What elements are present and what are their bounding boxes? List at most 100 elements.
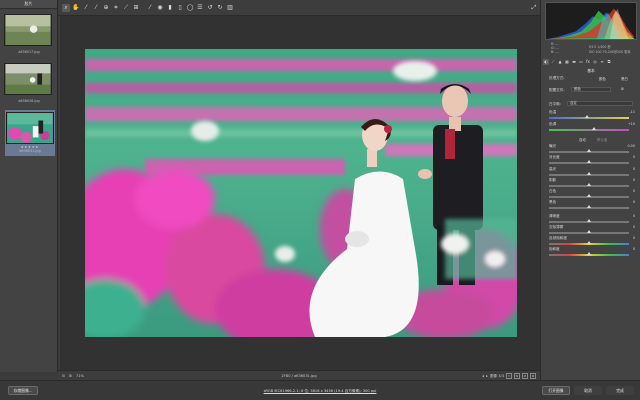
toolbar-separator	[142, 4, 144, 12]
fullscreen-icon[interactable]: ⤢	[530, 4, 538, 12]
exposure-label: 曝光	[549, 144, 557, 148]
view-toggle-icon[interactable]: Y	[506, 373, 512, 379]
tab-split-tone-icon[interactable]: ▬	[571, 59, 577, 65]
target-adjust-icon[interactable]: ⊕	[102, 4, 110, 12]
shadows-value[interactable]: 0	[633, 178, 635, 182]
profile-browser-icon[interactable]: ⊞	[621, 87, 624, 91]
adjustment-brush-icon[interactable]: ▮	[166, 4, 174, 12]
compare-icon[interactable]: ⇆	[514, 373, 520, 379]
treatment-color-radio[interactable]: 颜色	[599, 76, 606, 81]
preferences-icon[interactable]: ☰	[196, 4, 204, 12]
filmstrip-item[interactable]: a636026.jpg	[4, 63, 54, 103]
trash-icon[interactable]: ▥	[226, 4, 234, 12]
saturation-slider-handle[interactable]	[587, 252, 591, 255]
saturation-slider[interactable]	[549, 252, 629, 256]
contrast-value[interactable]: 0	[633, 155, 635, 159]
crop-icon[interactable]: ⌗	[112, 4, 120, 12]
highlights-value[interactable]: 0	[633, 167, 635, 171]
straighten-icon[interactable]: ⟋	[122, 4, 130, 12]
highlights-slider[interactable]	[549, 172, 629, 176]
tab-tone-curve-icon[interactable]: ⟋	[550, 59, 556, 65]
shadows-slider-handle[interactable]	[587, 183, 591, 186]
whites-slider-handle[interactable]	[587, 194, 591, 197]
white-balance-dropdown[interactable]: 自定	[567, 101, 633, 106]
zoom-icon[interactable]: ⌕	[62, 3, 70, 12]
next-image-icon[interactable]: ▸	[486, 374, 488, 378]
white-balance-icon[interactable]: ⁄	[82, 4, 90, 12]
exposure-slider[interactable]	[549, 149, 629, 153]
tint-label: 色调	[549, 122, 557, 126]
swap-icon[interactable]: ⇄	[522, 373, 528, 379]
transform-icon[interactable]: ⊞	[132, 4, 140, 12]
whites-slider[interactable]	[549, 194, 629, 198]
clarity-label: 清晰度	[549, 214, 560, 218]
done-button[interactable]: 完成	[606, 386, 634, 395]
shadows-label: 阴影	[549, 178, 557, 182]
treatment-bw-radio[interactable]: 黑白	[621, 76, 628, 81]
auto-button[interactable]: 自动	[579, 137, 586, 142]
exposure-value[interactable]: 0.00	[627, 144, 635, 148]
exposure-slider-handle[interactable]	[587, 149, 591, 152]
clarity-slider-handle[interactable]	[587, 219, 591, 222]
info-b: B: ---	[551, 50, 559, 54]
cancel-button[interactable]: 取消	[574, 386, 602, 395]
tab-calibration-icon[interactable]: ◎	[592, 59, 598, 65]
spot-removal-icon[interactable]: ⁄	[146, 4, 154, 12]
open-image-button[interactable]: 打开图像	[542, 386, 570, 395]
dehaze-slider-handle[interactable]	[587, 230, 591, 233]
blacks-label: 黑色	[549, 200, 557, 204]
settings-icon[interactable]: ⚙	[530, 373, 536, 379]
red-eye-icon[interactable]: ◉	[156, 4, 164, 12]
vibrance-slider[interactable]	[549, 241, 629, 245]
image-canvas[interactable]	[60, 16, 540, 370]
thumbnail-filename: a636026.jpg	[18, 99, 40, 103]
canvas-status-bar: ⊟ ⊞ 71% 2FB0 / a636031.jpg ◂ ▸ 图像 3/3 Y …	[58, 370, 540, 380]
tab-snapshots-icon[interactable]: ⧉	[606, 59, 612, 65]
color-sampler-icon[interactable]: ⁄	[92, 4, 100, 12]
rotate-left-icon[interactable]: ↺	[206, 4, 214, 12]
graduated-filter-icon[interactable]: ▯	[176, 4, 184, 12]
filmstrip-item-selected[interactable]: ★★★★★ a636031.jpg	[5, 110, 55, 156]
blacks-slider-handle[interactable]	[587, 205, 591, 208]
temp-value[interactable]: -11	[629, 110, 635, 114]
profile-dropdown[interactable]: 颜色	[571, 87, 611, 92]
dehaze-value[interactable]: 0	[633, 225, 635, 229]
tab-effects-icon[interactable]: fx	[585, 59, 591, 65]
contrast-slider[interactable]	[549, 160, 629, 164]
rotate-right-icon[interactable]: ↻	[216, 4, 224, 12]
default-button[interactable]: 默认值	[597, 137, 607, 142]
tint-slider[interactable]	[549, 127, 629, 131]
temp-label: 色温	[549, 110, 557, 114]
saturation-value[interactable]: 0	[633, 247, 635, 251]
temp-slider-handle[interactable]	[585, 115, 590, 118]
tab-presets-icon[interactable]: ≡	[599, 59, 605, 65]
tint-slider-handle[interactable]	[591, 127, 596, 130]
filmstrip-item[interactable]: a636017.jpg	[4, 14, 54, 54]
thumbnail-image	[4, 63, 52, 95]
highlights-label: 高光	[549, 167, 557, 171]
tool-bar: ⌕ ✋ ⁄ ⁄ ⊕ ⌗ ⟋ ⊞ ⁄ ◉ ▮ ▯ ◯ ☰ ↺ ↻ ▥ ⤢	[58, 0, 540, 16]
tab-basic-icon[interactable]: ◐	[543, 59, 549, 65]
current-filename: 2FB0 / a636031.jpg	[281, 374, 317, 378]
tab-hsl-icon[interactable]: ▦	[564, 59, 570, 65]
blacks-slider[interactable]	[549, 205, 629, 209]
whites-label: 白色	[549, 189, 557, 193]
contrast-slider-handle[interactable]	[587, 160, 591, 163]
temp-slider[interactable]	[549, 115, 629, 119]
clarity-value[interactable]: 0	[633, 214, 635, 218]
clarity-slider[interactable]	[549, 219, 629, 223]
tint-value[interactable]: +10	[628, 122, 635, 126]
dehaze-slider[interactable]	[549, 230, 629, 234]
highlights-slider-handle[interactable]	[587, 172, 591, 175]
camera-info: R: --- G: --- B: --- f/4.5 1/400 秒 ISO 1…	[545, 42, 637, 56]
blacks-value[interactable]: 0	[633, 200, 635, 204]
vibrance-slider-handle[interactable]	[587, 241, 591, 244]
tab-lens-icon[interactable]: ▭	[578, 59, 584, 65]
shadows-slider[interactable]	[549, 183, 629, 187]
vibrance-value[interactable]: 0	[633, 236, 635, 240]
hand-icon[interactable]: ✋	[72, 4, 80, 12]
prev-image-icon[interactable]: ◂	[482, 374, 484, 378]
whites-value[interactable]: 0	[633, 189, 635, 193]
tab-detail-icon[interactable]: ▲	[557, 59, 563, 65]
radial-filter-icon[interactable]: ◯	[186, 4, 194, 12]
